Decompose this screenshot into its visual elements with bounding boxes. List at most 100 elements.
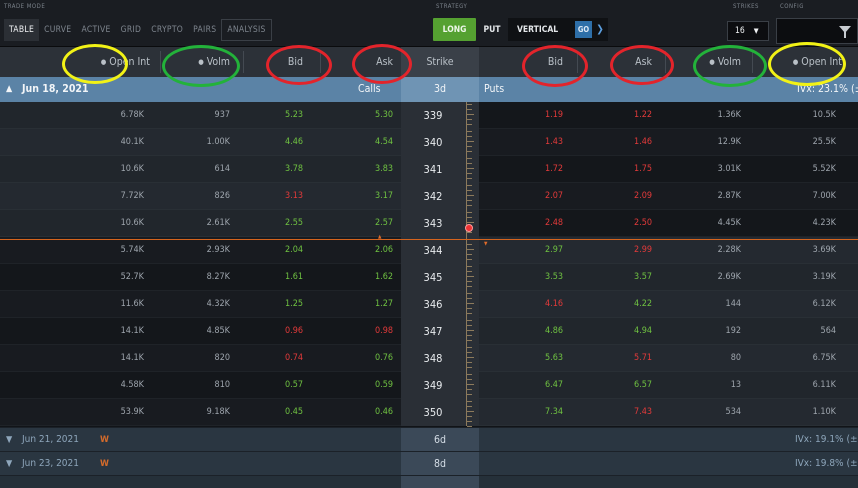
long-button[interactable]: LONG [433,18,476,41]
puts-open-int-cell[interactable]: 1.10K [752,399,836,426]
chevron-down-icon[interactable]: ❯ [592,18,608,41]
calls-bid-cell[interactable]: 1.25 [243,291,303,318]
expand-caret-icon[interactable]: ▼ [6,428,12,452]
calls-ask-cell[interactable]: 3.17 [320,183,393,210]
calls-bid-cell[interactable]: 0.45 [243,399,303,426]
puts-bid-cell[interactable]: 4.16 [490,291,563,318]
puts-open-int-cell[interactable]: 6.11K [752,372,836,399]
puts-ask-cell[interactable]: 5.71 [577,345,652,372]
calls-bid-cell[interactable]: 1.61 [243,264,303,291]
calls-ask-cell[interactable]: 1.62 [320,264,393,291]
puts-volm-cell[interactable]: 2.28K [665,237,741,264]
puts-ask-cell[interactable]: 2.99 [577,237,652,264]
table-row[interactable]: 14.1K 4.85K 0.96 0.98 4.86 4.94 192 564 347 [0,318,858,346]
puts-ask-cell[interactable]: 1.46 [577,129,652,156]
calls-open-int-cell[interactable]: 14.1K [60,318,144,345]
filter-icon[interactable] [839,26,851,38]
table-row[interactable]: 53.9K 9.18K 0.45 0.46 7.34 7.43 534 1.10K 350 [0,399,858,427]
tab-analysis[interactable]: ANALYSIS [221,19,272,41]
go-button[interactable]: GO [575,21,592,38]
puts-bid-cell[interactable]: 6.47 [490,372,563,399]
puts-open-int-cell[interactable]: 564 [752,318,836,345]
puts-ask-cell[interactable]: 1.22 [577,102,652,129]
puts-ask-cell[interactable]: 4.22 [577,291,652,318]
puts-ask-cell[interactable]: 4.94 [577,318,652,345]
puts-bid-cell[interactable]: 1.19 [490,102,563,129]
tab-crypto[interactable]: CRYPTO [146,19,188,41]
calls-ask-cell[interactable]: 5.30 [320,102,393,129]
calls-volm-cell[interactable]: 2.61K [160,210,230,237]
puts-volm-cell[interactable]: 12.9K [665,129,741,156]
puts-bid-cell[interactable]: 1.43 [490,129,563,156]
table-row[interactable]: 10.6K 614 3.78 3.83 1.72 1.75 3.01K 5.52K 341 [0,156,858,184]
collapse-caret-icon[interactable]: ▲ [6,77,12,102]
calls-open-int-cell[interactable]: 14.1K [60,345,144,372]
calls-open-int-cell[interactable]: 10.6K [60,156,144,183]
table-row[interactable]: 52.7K 8.27K 1.61 1.62 3.53 3.57 2.69K 3.19K 345 [0,264,858,292]
puts-bid-cell[interactable]: 1.72 [490,156,563,183]
calls-ask-cell[interactable]: 2.57 [320,210,393,237]
calls-open-int-cell[interactable]: 7.72K [60,183,144,210]
calls-volm-cell[interactable]: 614 [160,156,230,183]
calls-bid-cell[interactable]: 0.96 [243,318,303,345]
expiry-row-collapsed[interactable]: ▼ Jun 21, 2021 W 6d IVx: 19.1% (± [0,427,858,452]
table-row[interactable]: 5.74K 2.93K 2.04 2.06 2.97 2.99 2.28K 3.69K 344 [0,237,858,265]
strategy-select[interactable]: VERTICAL GO ❯ [508,18,608,41]
table-row[interactable]: 7.72K 826 3.13 3.17 2.07 2.09 2.87K 7.00K 342 [0,183,858,211]
calls-volm-cell[interactable]: 826 [160,183,230,210]
expand-caret-icon[interactable]: ▼ [6,452,12,476]
calls-ask-cell[interactable]: 0.59 [320,372,393,399]
tab-pairs[interactable]: PAIRS [188,19,221,41]
calls-ask-cell[interactable]: 1.27 [320,291,393,318]
puts-open-int-cell[interactable]: 4.23K [752,210,836,237]
calls-open-int-cell[interactable]: 5.74K [60,237,144,264]
calls-volm-cell[interactable]: 2.93K [160,237,230,264]
calls-open-int-cell[interactable]: 4.58K [60,372,144,399]
puts-ask-cell[interactable]: 6.57 [577,372,652,399]
calls-ask-cell[interactable]: 0.98 [320,318,393,345]
calls-ask-cell[interactable]: 0.76 [320,345,393,372]
puts-volm-cell[interactable]: 4.45K [665,210,741,237]
puts-open-int-cell[interactable]: 5.52K [752,156,836,183]
calls-ask-cell[interactable]: 4.54 [320,129,393,156]
calls-open-int-cell[interactable]: 40.1K [60,129,144,156]
calls-open-int-cell[interactable]: 52.7K [60,264,144,291]
puts-bid-cell[interactable]: 3.53 [490,264,563,291]
config-select[interactable] [776,18,858,44]
puts-bid-cell[interactable]: 7.34 [490,399,563,426]
puts-ask-cell[interactable]: 3.57 [577,264,652,291]
calls-volm-cell[interactable]: 820 [160,345,230,372]
puts-open-int-cell[interactable]: 6.12K [752,291,836,318]
table-row[interactable]: 40.1K 1.00K 4.46 4.54 1.43 1.46 12.9K 25.5K 340 [0,129,858,157]
calls-ask-cell[interactable]: 0.46 [320,399,393,426]
calls-bid-cell[interactable]: 3.78 [243,156,303,183]
calls-bid-cell[interactable]: 0.57 [243,372,303,399]
puts-bid-cell[interactable]: 2.97 [490,237,563,264]
calls-open-int-cell[interactable]: 6.78K [60,102,144,129]
calls-volm-cell[interactable]: 810 [160,372,230,399]
strikes-select[interactable]: 16 ▼ [727,21,769,41]
calls-bid-cell[interactable]: 5.23 [243,102,303,129]
puts-volm-cell[interactable]: 80 [665,345,741,372]
calls-volm-cell[interactable]: 1.00K [160,129,230,156]
puts-volm-cell[interactable]: 192 [665,318,741,345]
tab-grid[interactable]: GRID [116,19,147,41]
calls-bid-cell[interactable]: 0.74 [243,345,303,372]
puts-volm-cell[interactable]: 13 [665,372,741,399]
calls-volm-cell[interactable]: 4.85K [160,318,230,345]
calls-volm-cell[interactable]: 4.32K [160,291,230,318]
puts-ask-cell[interactable]: 2.50 [577,210,652,237]
calls-ask-cell[interactable]: 3.83 [320,156,393,183]
puts-bid-cell[interactable]: 2.07 [490,183,563,210]
expiry-row-collapsed[interactable]: ▼ Jun 23, 2021 W 8d IVx: 19.8% (± [0,451,858,476]
calls-volm-cell[interactable]: 8.27K [160,264,230,291]
calls-volm-cell[interactable]: 9.18K [160,399,230,426]
puts-volm-cell[interactable]: 2.87K [665,183,741,210]
calls-volm-cell[interactable]: 937 [160,102,230,129]
tab-table[interactable]: TABLE [4,19,40,41]
calls-bid-cell[interactable]: 2.55 [243,210,303,237]
table-row[interactable]: 11.6K 4.32K 1.25 1.27 4.16 4.22 144 6.12K 346 [0,291,858,319]
table-row[interactable]: 14.1K 820 0.74 0.76 5.63 5.71 80 6.75K 348 [0,345,858,373]
puts-volm-cell[interactable]: 3.01K [665,156,741,183]
table-row[interactable]: 6.78K 937 5.23 5.30 1.19 1.22 1.36K 10.5K 339 [0,102,858,130]
